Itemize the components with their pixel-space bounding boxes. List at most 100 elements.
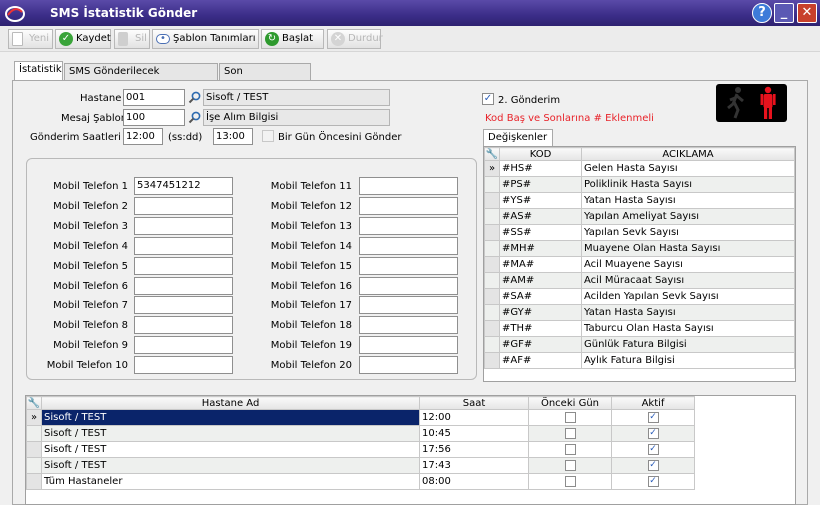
aktif-cell[interactable]: ✓ <box>611 425 695 442</box>
table-row[interactable]: #MH# Muayene Olan Hasta Sayısı <box>484 240 795 257</box>
table-row[interactable]: » #HS# Gelen Hasta Sayısı <box>484 160 795 177</box>
aciklama-cell[interactable]: Günlük Fatura Bilgisi <box>581 336 795 353</box>
row-indicator[interactable] <box>484 304 500 321</box>
onceki-gun-cell[interactable] <box>528 425 612 442</box>
hastane-cell[interactable]: Sisoft / TEST <box>41 409 420 426</box>
table-row[interactable]: #GY# Yatan Hasta Sayısı <box>484 304 795 321</box>
hastane-cell[interactable]: Sisoft / TEST <box>41 441 420 458</box>
phone-input[interactable] <box>134 336 233 355</box>
row-indicator[interactable] <box>484 240 500 257</box>
column-header-hastane-ad[interactable]: Hastane Ad <box>41 396 420 410</box>
kod-cell[interactable]: #SA# <box>499 288 582 305</box>
onceki-gun-checkbox[interactable] <box>564 411 576 423</box>
aktif-cell[interactable]: ✓ <box>611 441 695 458</box>
onceki-gun-cell[interactable] <box>528 441 612 458</box>
row-indicator[interactable] <box>484 192 500 209</box>
search-icon[interactable] <box>188 111 201 124</box>
row-indicator[interactable] <box>26 457 42 474</box>
phone-input[interactable] <box>134 236 233 255</box>
saat-start-input[interactable]: 12:00 <box>123 128 163 145</box>
aciklama-cell[interactable]: Acilden Yapılan Sevk Sayısı <box>581 288 795 305</box>
table-row[interactable]: Sisoft / TEST 10:45 ✓ <box>26 425 695 442</box>
phone-input[interactable]: 5347451212 <box>134 177 233 195</box>
kod-cell[interactable]: #YS# <box>499 192 582 209</box>
aciklama-cell[interactable]: Yatan Hasta Sayısı <box>581 192 795 209</box>
tab-istatistik[interactable]: İstatistik <box>14 61 63 81</box>
table-row[interactable]: Sisoft / TEST 17:43 ✓ <box>26 457 695 474</box>
phone-input[interactable] <box>134 196 233 215</box>
grid-settings-icon[interactable]: 🔧 <box>26 396 42 410</box>
saat-cell[interactable]: 08:00 <box>419 473 529 490</box>
phone-input[interactable] <box>359 276 458 295</box>
hastane-cell[interactable]: Tüm Hastaneler <box>41 473 420 490</box>
hastane-cell[interactable]: Sisoft / TEST <box>41 457 420 474</box>
column-header-onceki-gun[interactable]: Önceki Gün <box>528 396 612 410</box>
stop-button[interactable]: ✕ Durdur <box>327 29 383 49</box>
table-row[interactable]: #YS# Yatan Hasta Sayısı <box>484 192 795 209</box>
templates-button[interactable]: • Şablon Tanımları <box>152 29 259 49</box>
phone-input[interactable] <box>359 316 458 335</box>
phone-input[interactable] <box>359 336 458 355</box>
aciklama-cell[interactable]: Poliklinik Hasta Sayısı <box>581 176 795 193</box>
onceki-gun-cell[interactable] <box>528 457 612 474</box>
help-button[interactable]: ? <box>752 3 772 23</box>
column-header-kod[interactable]: KOD <box>499 147 582 161</box>
aktif-checkbox[interactable]: ✓ <box>647 443 659 455</box>
row-indicator[interactable]: » <box>26 409 42 426</box>
table-row[interactable]: #AF# Aylık Fatura Bilgisi <box>484 352 795 369</box>
phone-input[interactable] <box>134 276 233 295</box>
tab-son-gonderimler[interactable]: Son Gönderimler <box>219 63 311 92</box>
search-icon[interactable] <box>188 91 201 104</box>
aktif-checkbox[interactable]: ✓ <box>647 475 659 487</box>
aktif-checkbox[interactable]: ✓ <box>647 459 659 471</box>
tab-personeller[interactable]: SMS Gönderilecek Personeller <box>64 63 218 92</box>
minimize-button[interactable]: _ <box>774 3 794 23</box>
onceki-gun-checkbox[interactable] <box>564 443 576 455</box>
onceki-gun-cell[interactable] <box>528 409 612 426</box>
aciklama-cell[interactable]: Muayene Olan Hasta Sayısı <box>581 240 795 257</box>
kod-cell[interactable]: #TH# <box>499 320 582 337</box>
aktif-cell[interactable]: ✓ <box>611 409 695 426</box>
row-indicator[interactable] <box>484 224 500 241</box>
saat-cell[interactable]: 17:43 <box>419 457 529 474</box>
kod-cell[interactable]: #PS# <box>499 176 582 193</box>
phone-input[interactable] <box>359 256 458 275</box>
row-indicator[interactable] <box>26 441 42 458</box>
row-indicator[interactable] <box>484 320 500 337</box>
aciklama-cell[interactable]: Yatan Hasta Sayısı <box>581 304 795 321</box>
kod-cell[interactable]: #AF# <box>499 352 582 369</box>
saat-cell[interactable]: 10:45 <box>419 425 529 442</box>
table-row[interactable]: Tüm Hastaneler 08:00 ✓ <box>26 473 695 490</box>
aktif-checkbox[interactable]: ✓ <box>647 411 659 423</box>
aktif-cell[interactable]: ✓ <box>611 457 695 474</box>
close-button[interactable]: ✕ <box>797 3 817 23</box>
phone-input[interactable] <box>359 356 458 375</box>
table-row[interactable]: #PS# Poliklinik Hasta Sayısı <box>484 176 795 193</box>
aktif-checkbox[interactable]: ✓ <box>647 427 659 439</box>
onceki-gun-cell[interactable] <box>528 473 612 490</box>
saat-cell[interactable]: 12:00 <box>419 409 529 426</box>
table-row[interactable]: #SA# Acilden Yapılan Sevk Sayısı <box>484 288 795 305</box>
aciklama-cell[interactable]: Acil Muayene Sayısı <box>581 256 795 273</box>
start-button[interactable]: ↻ Başlat <box>261 29 324 49</box>
phone-input[interactable] <box>359 236 458 255</box>
row-indicator[interactable] <box>26 425 42 442</box>
table-row[interactable]: #GF# Günlük Fatura Bilgisi <box>484 336 795 353</box>
hastane-cell[interactable]: Sisoft / TEST <box>41 425 420 442</box>
new-button[interactable]: Yeni <box>8 29 53 49</box>
kod-cell[interactable]: #AM# <box>499 272 582 289</box>
phone-input[interactable] <box>359 196 458 215</box>
table-row[interactable]: #MA# Acil Muayene Sayısı <box>484 256 795 273</box>
sablon-code-input[interactable]: 100 <box>123 109 185 126</box>
delete-button[interactable]: Sil <box>114 29 150 49</box>
column-header-aciklama[interactable]: ACIKLAMA <box>581 147 795 161</box>
row-indicator[interactable] <box>484 272 500 289</box>
phone-input[interactable] <box>359 216 458 235</box>
column-header-saat[interactable]: Saat <box>419 396 529 410</box>
aciklama-cell[interactable]: Aylık Fatura Bilgisi <box>581 352 795 369</box>
table-row[interactable]: #TH# Taburcu Olan Hasta Sayısı <box>484 320 795 337</box>
table-row[interactable]: Sisoft / TEST 17:56 ✓ <box>26 441 695 458</box>
phone-input[interactable] <box>134 296 233 315</box>
phone-input[interactable] <box>359 296 458 315</box>
row-indicator[interactable]: » <box>484 160 500 177</box>
